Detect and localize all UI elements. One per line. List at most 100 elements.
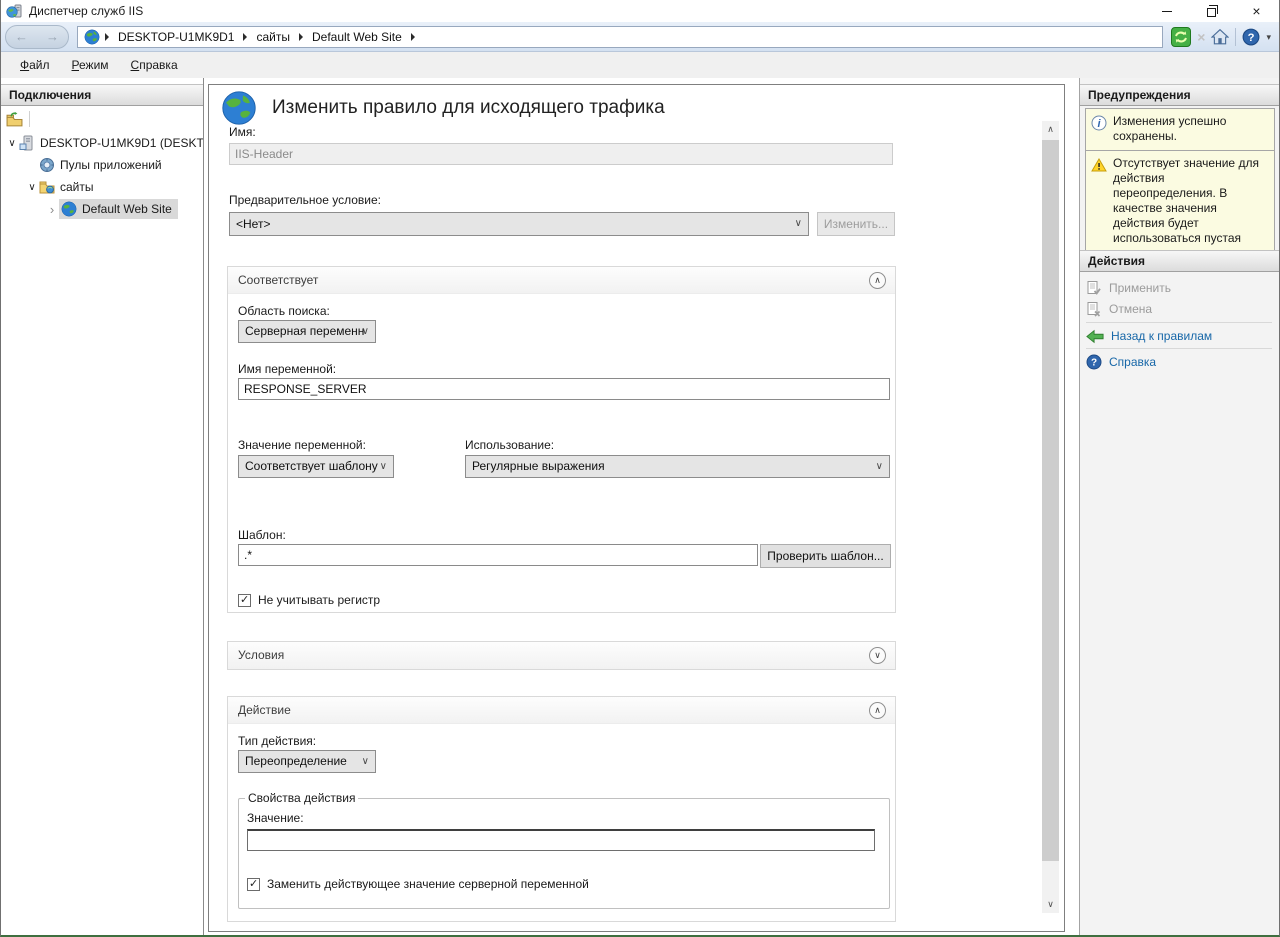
breadcrumb-item-server[interactable]: DESKTOP-U1MK9D1 <box>114 30 238 44</box>
warning-text: Отсутствует значение для действия переоп… <box>1113 156 1270 261</box>
svg-text:?: ? <box>1091 358 1097 369</box>
svg-text:?: ? <box>1248 32 1255 44</box>
breadcrumb-separator-icon <box>411 33 415 41</box>
breadcrumb-item-site[interactable]: Default Web Site <box>308 30 406 44</box>
pattern-label: Шаблон: <box>238 528 286 542</box>
replace-value-label: Заменить действующее значение серверной … <box>267 877 589 891</box>
ignore-case-row: Не учитывать регистр <box>238 593 380 607</box>
actions-divider <box>1086 348 1272 349</box>
tree-item-server[interactable]: ∨ DESKTOP-U1MK9D1 (DESKTOP <box>1 132 203 154</box>
help-icon[interactable]: ? <box>1242 28 1260 46</box>
page-title: Изменить правило для исходящего трафика <box>272 97 665 119</box>
breadcrumb[interactable]: DESKTOP-U1MK9D1 сайты Default Web Site <box>77 26 1163 48</box>
menu-help[interactable]: Справка <box>120 52 189 78</box>
breadcrumb-separator-icon <box>299 33 303 41</box>
menu-file[interactable]: Файл <box>9 52 61 78</box>
rule-name-input <box>229 143 893 165</box>
conditions-section-header[interactable]: Условия ∨ <box>228 642 895 669</box>
tree-server-label: DESKTOP-U1MK9D1 (DESKTOP <box>40 136 204 150</box>
info-icon: i <box>1091 115 1107 131</box>
minimize-icon <box>1162 11 1172 12</box>
variable-value-select[interactable]: Соответствует шаблону <box>238 455 394 478</box>
variable-value-label: Значение переменной: <box>238 438 366 452</box>
help-link[interactable]: ? Справка <box>1086 352 1156 372</box>
expander-icon[interactable]: ∨ <box>25 182 39 193</box>
close-icon: × <box>1252 0 1260 22</box>
tree-sites-label: сайты <box>60 180 94 194</box>
connections-header: Подключения <box>1 84 203 106</box>
info-notice: i Изменения успешно сохранены. <box>1085 108 1275 151</box>
scope-select[interactable]: Серверная переменн <box>238 320 376 343</box>
restore-button[interactable] <box>1189 0 1234 22</box>
window-title: Диспетчер служб IIS <box>29 0 143 22</box>
iis-app-icon <box>6 3 22 19</box>
scope-label: Область поиска: <box>238 304 330 318</box>
action-properties-legend: Свойства действия <box>245 791 358 805</box>
close-button[interactable]: × <box>1234 0 1279 22</box>
connections-tree: ∨ DESKTOP-U1MK9D1 (DESKTOP <box>1 132 203 220</box>
scroll-down-icon[interactable]: ∨ <box>1042 896 1059 913</box>
ignore-case-checkbox[interactable] <box>238 594 251 607</box>
expander-icon[interactable]: › <box>45 202 59 217</box>
action-section-header[interactable]: Действие ∧ <box>228 697 895 724</box>
edit-precondition-button: Изменить... <box>817 212 895 236</box>
app-pools-icon <box>39 157 55 173</box>
action-value-input[interactable] <box>247 829 875 851</box>
replace-value-checkbox[interactable] <box>247 878 260 891</box>
minimize-button[interactable] <box>1144 0 1189 22</box>
back-to-rules-link[interactable]: Назад к правилам <box>1086 326 1212 346</box>
scrollbar-thumb[interactable] <box>1042 140 1059 861</box>
tree-app-pools-label: Пулы приложений <box>60 158 162 172</box>
website-globe-icon <box>61 201 77 217</box>
edit-outbound-rule-page: Изменить правило для исходящего трафика … <box>208 84 1065 932</box>
actions-header: Действия <box>1080 250 1280 272</box>
action-type-label: Тип действия: <box>238 734 316 748</box>
match-section-header[interactable]: Соответствует ∧ <box>228 267 895 294</box>
restore-icon <box>1207 8 1216 17</box>
scroll-up-icon[interactable]: ∧ <box>1042 121 1059 138</box>
apply-icon <box>1086 280 1102 296</box>
collapse-chevron-icon[interactable]: ∧ <box>869 702 886 719</box>
breadcrumb-separator-icon <box>105 33 109 41</box>
window-controls: × <box>1144 0 1279 22</box>
vertical-scrollbar[interactable]: ∧ ∨ <box>1042 121 1059 913</box>
action-properties-group: Свойства действия Значение: Заменить дей… <box>238 791 890 909</box>
stop-icon: × <box>1197 29 1205 45</box>
test-pattern-button[interactable]: Проверить шаблон... <box>760 544 891 568</box>
connections-panel: Подключения ∨ DESKTOP-U1MK9D1 (DESKTOP <box>1 78 204 935</box>
using-select[interactable]: Регулярные выражения <box>465 455 890 478</box>
precondition-select[interactable]: <Нет> <box>229 212 809 236</box>
right-panel: Предупреждения i Изменения успешно сохра… <box>1079 78 1280 935</box>
warning-icon <box>1091 157 1107 173</box>
variable-name-input[interactable] <box>238 378 890 400</box>
expander-icon[interactable]: ∨ <box>5 138 19 149</box>
selected-tree-item[interactable]: Default Web Site <box>59 199 178 219</box>
sites-folder-icon <box>39 179 55 195</box>
iis-manager-window: Диспетчер служб IIS × ← → DESKTOP-U1MK9D… <box>0 0 1280 937</box>
breadcrumb-separator-icon <box>243 33 247 41</box>
menu-view[interactable]: Режим <box>61 52 120 78</box>
server-icon <box>19 135 35 151</box>
replace-value-row: Заменить действующее значение серверной … <box>247 877 589 891</box>
expand-chevron-icon[interactable]: ∨ <box>869 647 886 664</box>
home-icon[interactable] <box>1211 28 1229 46</box>
tree-item-default-web-site[interactable]: › Default Web Site <box>1 198 203 220</box>
save-connection-folder-icon[interactable] <box>6 111 23 128</box>
precondition-label: Предварительное условие: <box>229 193 381 207</box>
action-value-label: Значение: <box>247 811 304 825</box>
cancel-icon <box>1086 301 1102 317</box>
toolbar-divider <box>1235 28 1236 46</box>
collapse-chevron-icon[interactable]: ∧ <box>869 272 886 289</box>
tree-item-sites[interactable]: ∨ сайты <box>1 176 203 198</box>
pattern-input[interactable] <box>238 544 758 566</box>
action-type-select[interactable]: Переопределение <box>238 750 376 773</box>
refresh-icon[interactable] <box>1171 27 1191 47</box>
page-globe-icon <box>221 90 257 126</box>
info-text: Изменения успешно сохранены. <box>1113 114 1270 144</box>
breadcrumb-item-sites[interactable]: сайты <box>252 30 294 44</box>
help-circle-icon: ? <box>1086 354 1102 370</box>
connections-toolbar <box>1 106 203 132</box>
actions-divider <box>1086 322 1272 323</box>
tree-item-app-pools[interactable]: Пулы приложений <box>1 154 203 176</box>
help-dropdown-caret-icon[interactable]: ▾ <box>1266 32 1271 43</box>
